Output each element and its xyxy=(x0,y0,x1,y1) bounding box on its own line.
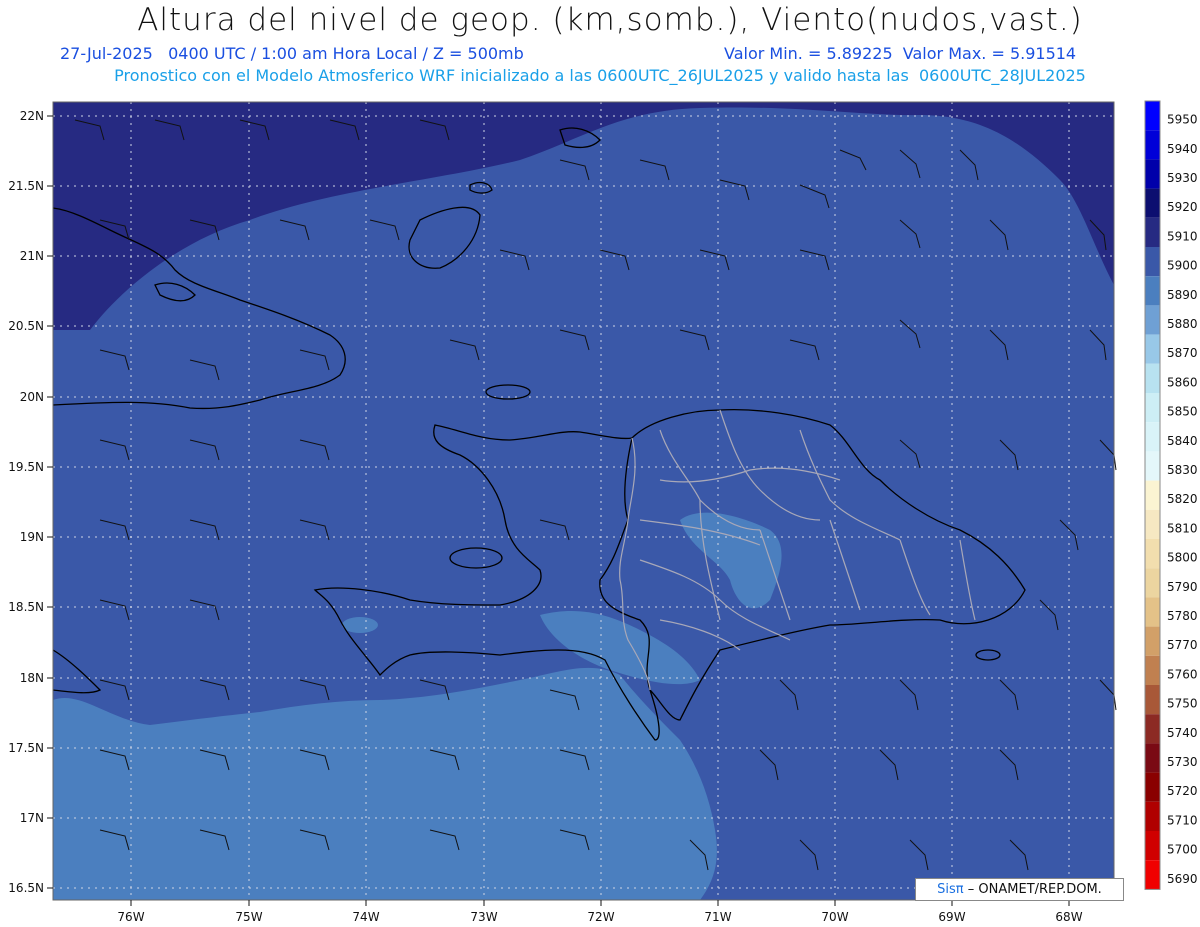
colorbar-swatch xyxy=(1145,509,1160,539)
colorbar-swatch xyxy=(1145,568,1160,598)
colorbar-swatch xyxy=(1145,860,1160,890)
colorbar-label: 5880 xyxy=(1167,317,1198,331)
colorbar-label: 5790 xyxy=(1167,580,1198,594)
colorbar-label: 5770 xyxy=(1167,638,1198,652)
colorbar-label: 5870 xyxy=(1167,346,1198,360)
colorbar-swatch xyxy=(1145,101,1160,131)
lon-label: 69W xyxy=(938,910,965,924)
colorbar: 5950 5940 5930 5920 5910 5900 5890 5880 5870 5860… xyxy=(1144,100,1198,890)
colorbar-swatch xyxy=(1145,130,1160,160)
credit-text: – ONAMET/REP.DOM. xyxy=(967,882,1102,897)
colorbar-label: 5740 xyxy=(1167,726,1198,740)
lon-label: 72W xyxy=(587,910,614,924)
colorbar-label: 5940 xyxy=(1167,142,1198,156)
colorbar-swatch xyxy=(1145,363,1160,393)
colorbar-swatch xyxy=(1145,159,1160,189)
colorbar-label: 5850 xyxy=(1167,405,1198,419)
colorbar-swatch xyxy=(1145,831,1160,861)
colorbar-swatch xyxy=(1145,597,1160,627)
lat-label: 19N xyxy=(20,530,44,544)
lon-label: 74W xyxy=(352,910,379,924)
lon-label: 70W xyxy=(821,910,848,924)
lon-label: 68W xyxy=(1055,910,1082,924)
lat-label: 16.5N xyxy=(8,881,44,895)
lon-label: 75W xyxy=(235,910,262,924)
lon-label: 73W xyxy=(470,910,497,924)
colorbar-swatch xyxy=(1145,714,1160,744)
lat-label: 20.5N xyxy=(8,319,44,333)
lat-label: 20N xyxy=(20,390,44,404)
colorbar-swatch xyxy=(1145,247,1160,277)
colorbar-label: 5730 xyxy=(1167,755,1198,769)
colorbar-swatch xyxy=(1145,217,1160,247)
colorbar-swatch xyxy=(1145,422,1160,452)
colorbar-swatch xyxy=(1145,305,1160,335)
colorbar-label: 5890 xyxy=(1167,288,1198,302)
colorbar-label: 5930 xyxy=(1167,171,1198,185)
colorbar-label: 5950 xyxy=(1167,113,1198,127)
colorbar-swatch xyxy=(1145,772,1160,802)
colorbar-swatch xyxy=(1145,276,1160,306)
latitude-labels: 22N 21.5N 21N 20.5N 20N 19.5N 19N 18.5N … xyxy=(8,109,44,895)
colorbar-label: 5830 xyxy=(1167,463,1198,477)
colorbar-swatch xyxy=(1145,480,1160,510)
credit-box: Sisπ – ONAMET/REP.DOM. xyxy=(915,878,1124,901)
lat-label: 22N xyxy=(20,109,44,123)
lon-label: 71W xyxy=(704,910,731,924)
lat-label: 18N xyxy=(20,671,44,685)
colorbar-label: 5860 xyxy=(1167,375,1198,389)
lat-label: 19.5N xyxy=(8,460,44,474)
colorbar-swatch xyxy=(1145,626,1160,656)
forecast-map: 22N 21.5N 21N 20.5N 20N 19.5N 19N 18.5N … xyxy=(8,100,1198,924)
colorbar-label: 5700 xyxy=(1167,843,1198,857)
colorbar-swatch xyxy=(1145,188,1160,218)
field-small-patch xyxy=(342,617,378,633)
longitude-labels: 76W 75W 74W 73W 72W 71W 70W 69W 68W xyxy=(117,910,1082,924)
lat-label: 21.5N xyxy=(8,179,44,193)
colorbar-swatch xyxy=(1145,393,1160,423)
colorbar-label: 5920 xyxy=(1167,200,1198,214)
sis-logo-text: Sisπ xyxy=(937,882,964,897)
colorbar-swatch xyxy=(1145,334,1160,364)
colorbar-label: 5910 xyxy=(1167,229,1198,243)
colorbar-swatch xyxy=(1145,801,1160,831)
colorbar-label: 5720 xyxy=(1167,784,1198,798)
lat-label: 17.5N xyxy=(8,741,44,755)
lat-label: 17N xyxy=(20,811,44,825)
lat-label: 18.5N xyxy=(8,600,44,614)
colorbar-swatch xyxy=(1145,685,1160,715)
height-field xyxy=(53,102,1114,900)
colorbar-label: 5900 xyxy=(1167,259,1198,273)
colorbar-label: 5820 xyxy=(1167,492,1198,506)
colorbar-label: 5800 xyxy=(1167,551,1198,565)
colorbar-label: 5760 xyxy=(1167,667,1198,681)
colorbar-swatch xyxy=(1145,451,1160,481)
colorbar-label: 5710 xyxy=(1167,813,1198,827)
colorbar-label: 5810 xyxy=(1167,521,1198,535)
colorbar-label: 5690 xyxy=(1167,872,1198,886)
colorbar-label: 5750 xyxy=(1167,697,1198,711)
colorbar-label: 5780 xyxy=(1167,609,1198,623)
lon-label: 76W xyxy=(117,910,144,924)
colorbar-swatch xyxy=(1145,743,1160,773)
colorbar-swatch xyxy=(1145,539,1160,569)
colorbar-swatch xyxy=(1145,655,1160,685)
lat-label: 21N xyxy=(20,249,44,263)
colorbar-label: 5840 xyxy=(1167,434,1198,448)
